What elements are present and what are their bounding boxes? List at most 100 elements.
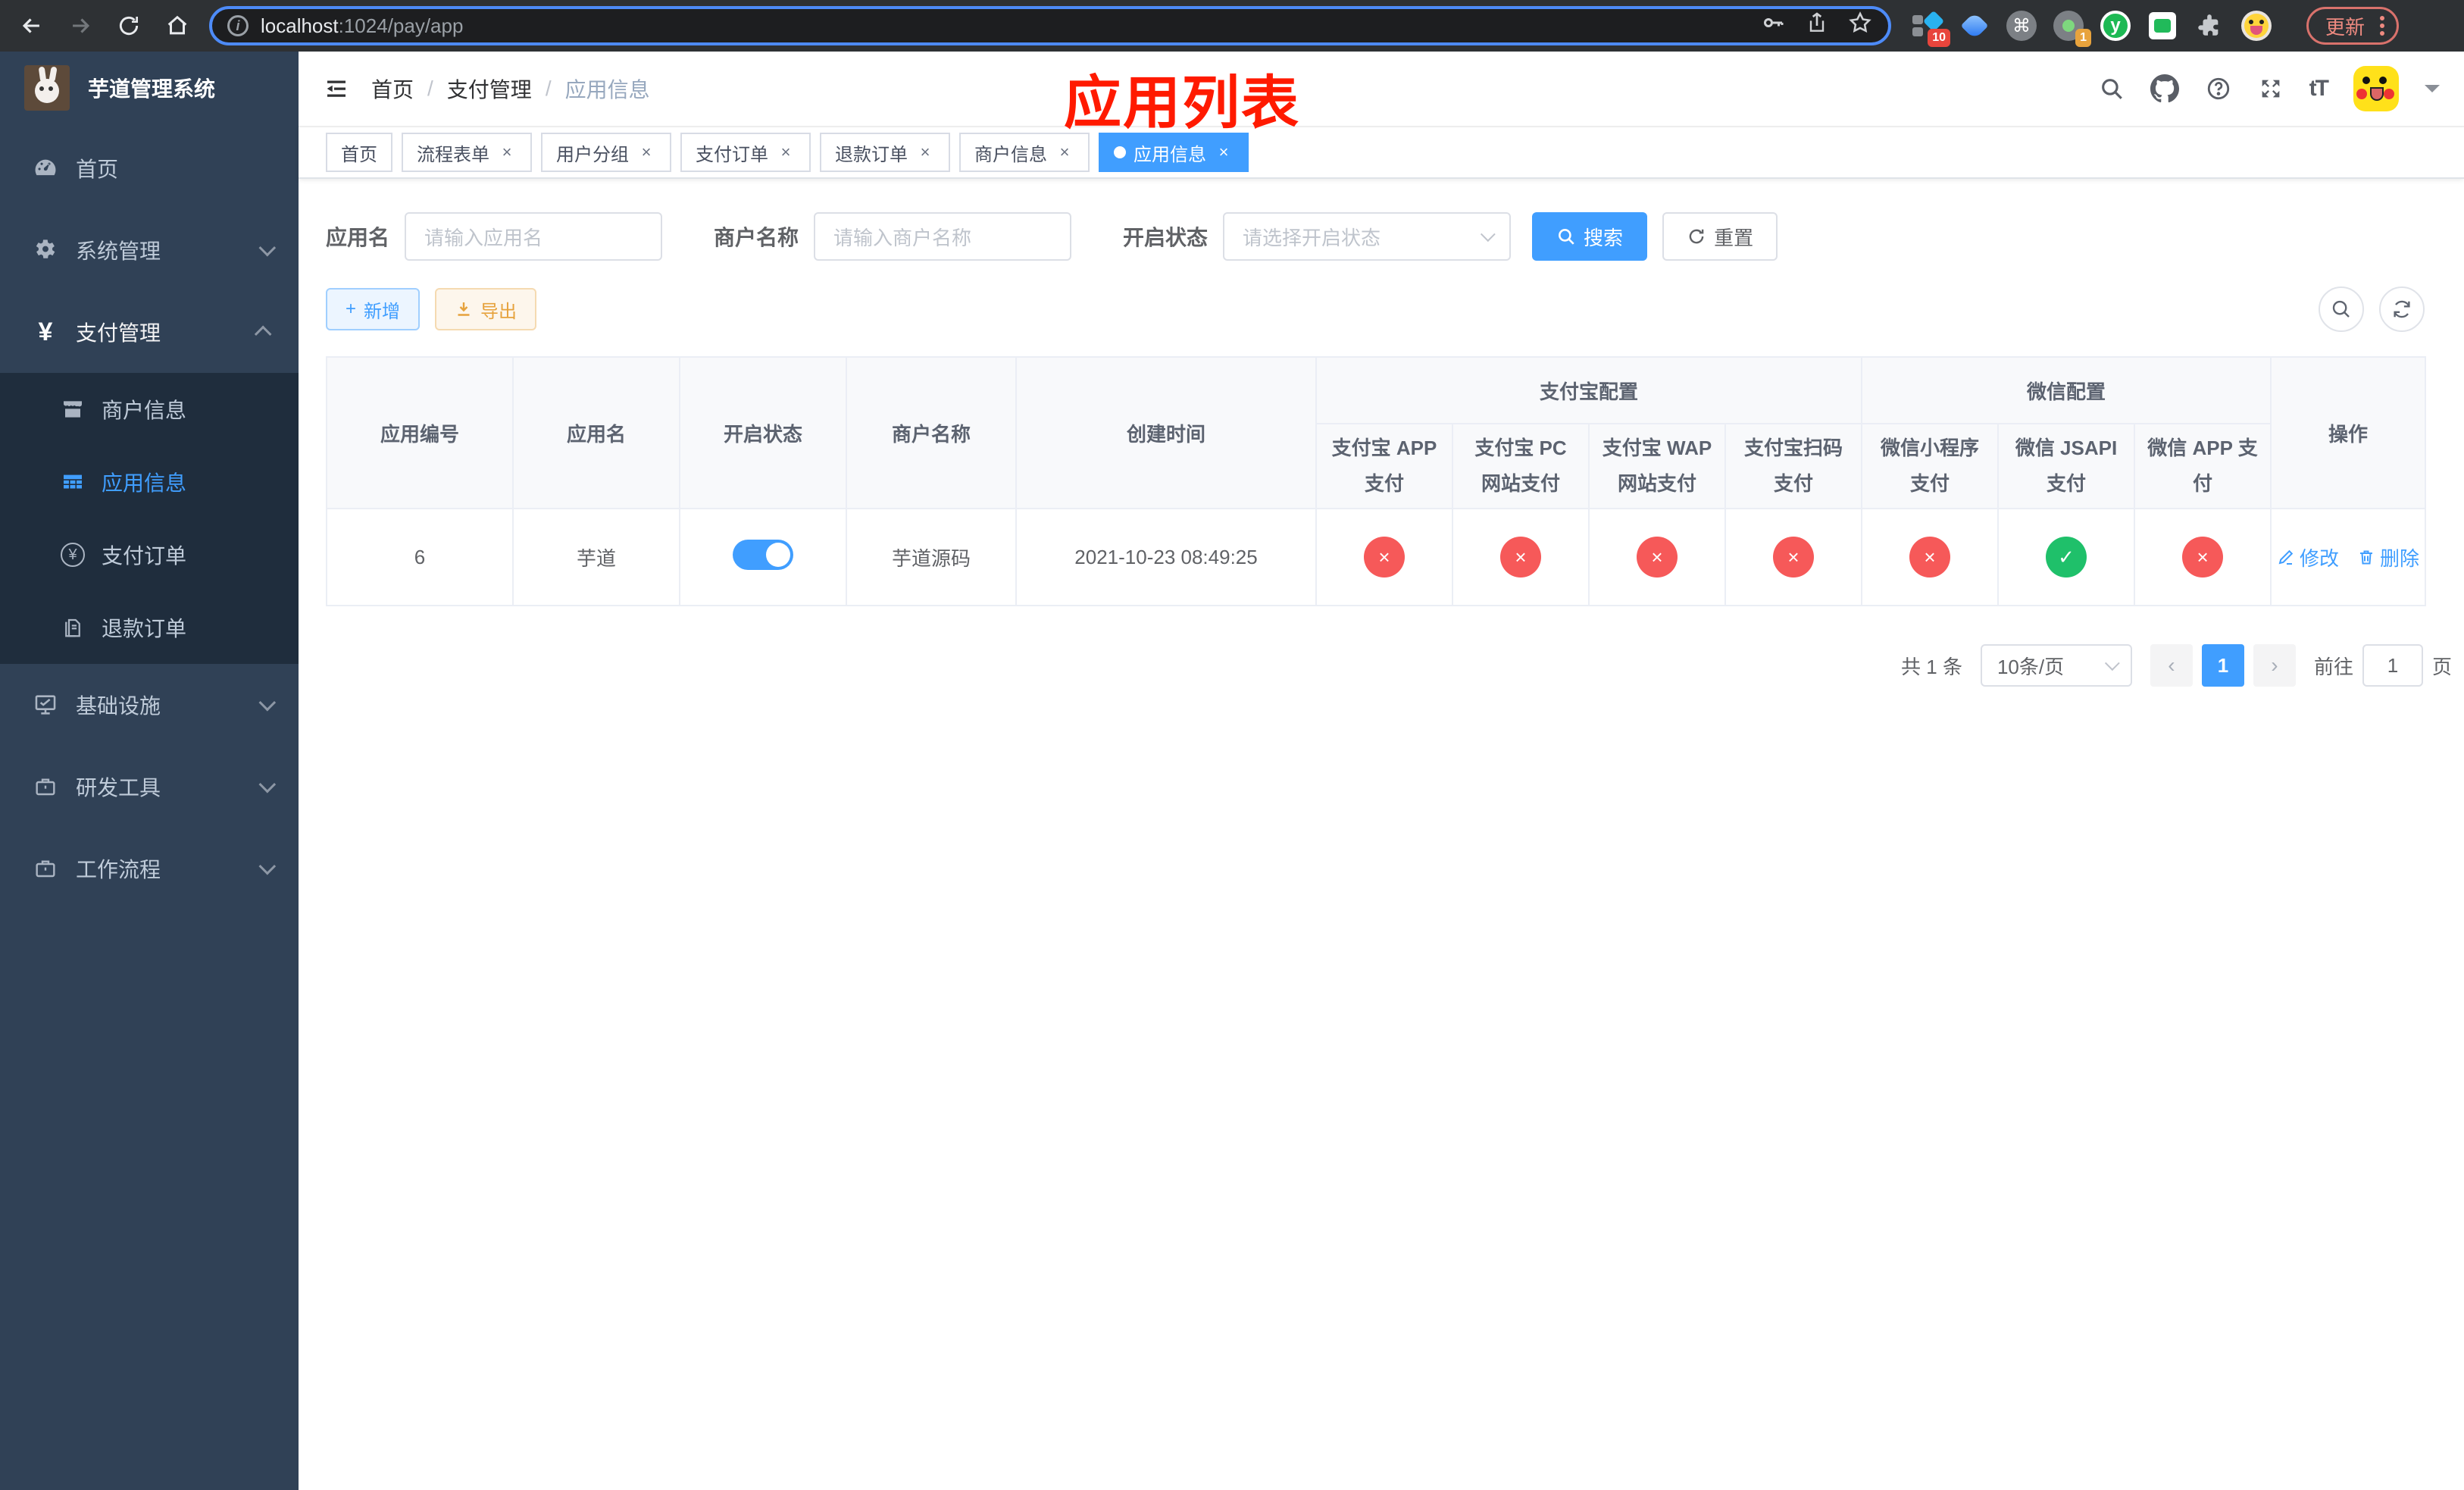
tab-refund-order[interactable]: 退款订单 ×	[820, 133, 950, 172]
bookmark-star-icon[interactable]	[1847, 10, 1873, 42]
status-select[interactable]: 请选择开启状态	[1223, 212, 1512, 261]
cell-enabled	[679, 508, 847, 606]
extension-badge: 10	[1928, 29, 1950, 47]
goto-label: 前往	[2313, 655, 2353, 678]
chevron-down-icon	[258, 775, 277, 794]
url-host: localhost	[261, 14, 339, 37]
tags-view-bar: 首页 流程表单 × 用户分组 × 支付订单 × 退款订单 × 商户信息 × 应用信息 ×	[299, 127, 2464, 179]
document-icon	[56, 616, 89, 639]
site-info-icon[interactable]: i	[227, 15, 249, 36]
page-size-select[interactable]: 10条/页	[1980, 644, 2132, 687]
tab-merchant-info[interactable]: 商户信息 ×	[959, 133, 1090, 172]
sidebar-item-home[interactable]: 首页	[0, 127, 299, 209]
sidebar-subitem-refund-order[interactable]: 退款订单	[0, 591, 299, 664]
search-icon[interactable]	[2099, 76, 2125, 102]
browser-menu-icon[interactable]	[2377, 13, 2387, 39]
sidebar-item-workflow[interactable]: 工作流程	[0, 828, 299, 909]
close-icon[interactable]: ×	[915, 142, 935, 162]
goto-page-input[interactable]	[2362, 644, 2423, 687]
extensions-puzzle-icon[interactable]	[2194, 11, 2225, 41]
grid-table-icon	[56, 470, 89, 494]
back-icon[interactable]	[12, 6, 52, 45]
extension-command-icon[interactable]: ⌘	[2006, 11, 2037, 41]
merchant-name-input[interactable]: 请输入商户名称	[814, 212, 1072, 261]
tab-home[interactable]: 首页	[326, 133, 392, 172]
chevron-down-icon	[1480, 227, 1496, 243]
close-icon[interactable]: ×	[636, 142, 656, 162]
export-button[interactable]: 导出	[435, 288, 537, 330]
sidebar-collapse-icon[interactable]	[323, 75, 350, 102]
help-icon[interactable]	[2205, 75, 2232, 102]
share-icon[interactable]	[1805, 11, 1829, 41]
delete-link[interactable]: 删除	[2357, 543, 2419, 571]
forward-icon[interactable]	[61, 6, 100, 45]
extension-chat-icon[interactable]	[2147, 11, 2178, 41]
reset-button[interactable]: 重置	[1662, 212, 1778, 261]
group-header-wechat: 微信配置	[1861, 356, 2272, 424]
user-menu-caret-icon[interactable]	[2425, 85, 2440, 100]
show-search-toggle-button[interactable]	[2319, 286, 2364, 332]
github-icon[interactable]	[2150, 74, 2179, 103]
sidebar-subitem-app[interactable]: 应用信息	[0, 446, 299, 518]
tab-app-info[interactable]: 应用信息 ×	[1099, 133, 1249, 172]
password-key-icon[interactable]	[1759, 9, 1787, 42]
tab-user-group[interactable]: 用户分组 ×	[541, 133, 671, 172]
status-cross-icon: ×	[1364, 537, 1405, 578]
fullscreen-icon[interactable]	[2258, 76, 2284, 102]
breadcrumb-home[interactable]: 首页	[371, 74, 414, 104]
sidebar-item-devtools[interactable]: 研发工具	[0, 746, 299, 828]
close-icon[interactable]: ×	[1214, 142, 1234, 162]
browser-toolbar: i localhost:1024/pay/app 10 ⌘ 1 y 更新	[0, 0, 2464, 52]
prev-page-button[interactable]: ‹	[2150, 644, 2193, 687]
reload-icon[interactable]	[109, 6, 149, 45]
extension-balloon-icon[interactable]	[1959, 11, 1990, 41]
edit-link[interactable]: 修改	[2277, 543, 2339, 571]
profile-avatar-icon[interactable]	[2241, 11, 2272, 41]
app-name-input[interactable]: 请输入应用名	[405, 212, 663, 261]
storefront-icon	[56, 397, 89, 421]
url-path: :1024/pay/app	[338, 14, 464, 37]
close-icon[interactable]: ×	[497, 142, 517, 162]
cell-app-id: 6	[326, 508, 514, 606]
next-page-button[interactable]: ›	[2253, 644, 2296, 687]
font-size-icon[interactable]: tT	[2309, 76, 2329, 102]
group-header-alipay: 支付宝配置	[1315, 356, 1863, 424]
user-avatar[interactable]	[2353, 66, 2399, 111]
col-header-created: 创建时间	[1015, 356, 1317, 509]
gear-icon	[27, 237, 64, 263]
pagination: 共 1 条 10条/页 ‹ 1 › 前往 页	[326, 644, 2464, 687]
cell-created: 2021-10-23 08:49:25	[1015, 508, 1317, 606]
page-number-1[interactable]: 1	[2201, 644, 2244, 687]
sidebar-item-system[interactable]: 系统管理	[0, 209, 299, 291]
plus-icon: +	[346, 299, 357, 319]
tab-process-form[interactable]: 流程表单 ×	[402, 133, 532, 172]
add-button[interactable]: + 新增	[326, 288, 421, 330]
sidebar-item-payment[interactable]: ¥ 支付管理	[0, 291, 299, 373]
col-header-alipay-wap: 支付宝 WAP 网站支付	[1588, 423, 1726, 509]
refresh-button[interactable]	[2379, 286, 2425, 332]
extension-axure-icon[interactable]: 10	[1912, 10, 1950, 47]
col-header-alipay-app: 支付宝 APP 支付	[1315, 423, 1453, 509]
col-header-enabled: 开启状态	[679, 356, 847, 509]
app-logo[interactable]: 芋道管理系统	[0, 52, 299, 124]
extension-y-icon[interactable]: y	[2100, 11, 2131, 41]
status-cross-icon: ×	[1773, 537, 1814, 578]
extension-recorder-icon[interactable]: 1	[2053, 11, 2091, 47]
breadcrumb-payment[interactable]: 支付管理	[447, 74, 532, 104]
search-button[interactable]: 搜索	[1532, 212, 1648, 261]
sidebar-subitem-label: 商户信息	[102, 399, 187, 422]
col-header-ops: 操作	[2270, 356, 2427, 509]
address-bar[interactable]: i localhost:1024/pay/app	[209, 6, 1891, 45]
home-icon[interactable]	[158, 6, 197, 45]
enabled-toggle[interactable]	[733, 539, 793, 570]
sidebar-subitem-pay-order[interactable]: ¥ 支付订单	[0, 518, 299, 591]
sidebar-item-label: 基础设施	[76, 694, 161, 718]
col-header-alipay-qr: 支付宝扫码支付	[1724, 423, 1863, 509]
close-icon[interactable]: ×	[1055, 142, 1074, 162]
tab-pay-order[interactable]: 支付订单 ×	[680, 133, 811, 172]
close-icon[interactable]: ×	[776, 142, 796, 162]
browser-update-button[interactable]: 更新	[2306, 7, 2400, 45]
sidebar-item-infra[interactable]: 基础设施	[0, 664, 299, 746]
status-cross-icon: ×	[1909, 537, 1951, 578]
sidebar-subitem-merchant[interactable]: 商户信息	[0, 373, 299, 446]
